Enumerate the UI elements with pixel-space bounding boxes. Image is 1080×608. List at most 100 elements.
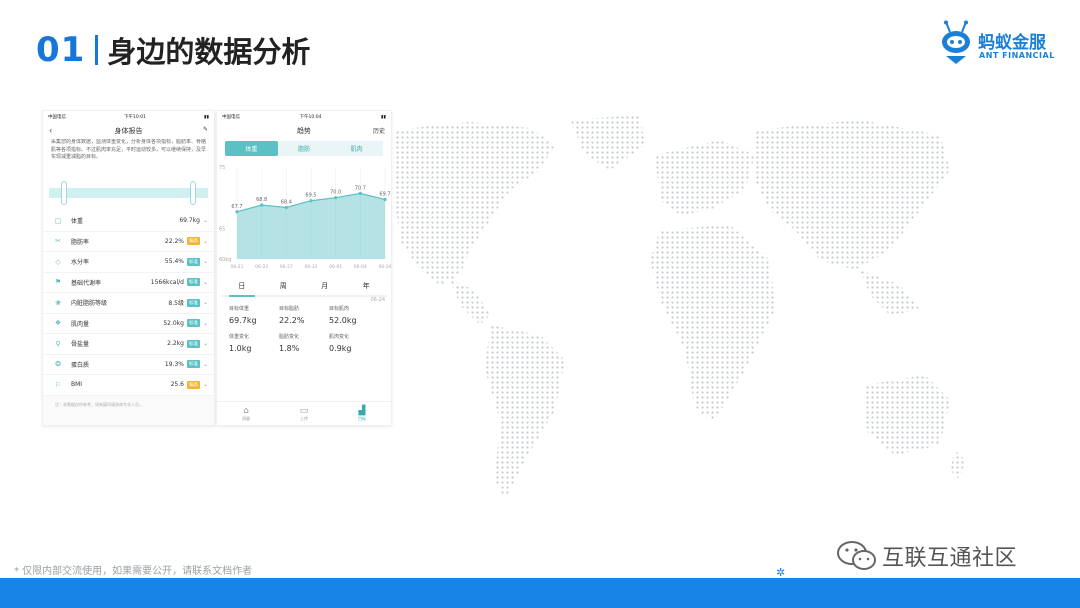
scale-range-bar [49, 179, 208, 207]
data-point [358, 191, 362, 195]
metric-label: 骨盐量 [71, 341, 90, 349]
area-fill [237, 193, 385, 259]
status-bar: 中国电信 下午10:01 ▮▮ [43, 111, 214, 123]
carrier-label: 中国电信 [48, 115, 66, 120]
share-icon[interactable]: ✎ [203, 126, 208, 133]
metric-row[interactable]: ✂ 脂肪率 22.2% 偏高 ⌄ [43, 232, 214, 252]
tabbar-label: 目标 [358, 415, 366, 421]
logo-name: 蚂蚁金服 [978, 33, 1046, 53]
back-icon[interactable]: ‹ [49, 126, 52, 135]
period-tabs: 日 周 月 年 [221, 277, 387, 297]
metric-value: 19.3% [164, 360, 184, 368]
scale-handle-right[interactable] [190, 181, 196, 205]
status-badge: 标准 [186, 360, 200, 369]
metric-value: 69.7kg [179, 217, 200, 225]
report-footnote: 注：本数据仅供参考，如有疑问请咨询专业人员。 [43, 395, 214, 425]
metric-row[interactable]: ▢ 体重 69.7kg ⌄ [43, 211, 214, 232]
stat-cell: 体重变化 1.0kg [229, 333, 279, 353]
metric-label: 基础代谢率 [71, 279, 102, 287]
stat-cell: 目标脂肪 22.2% [279, 305, 329, 325]
stat-label: 目标肌肉 [329, 306, 350, 312]
status-time: 下午10:01 [124, 115, 146, 120]
upload-icon: ▭ [299, 405, 309, 416]
status-badge: 标准 [186, 278, 200, 287]
nav-title: 趋势 [297, 127, 311, 135]
metric-row[interactable]: ❂ 蛋白质 19.3% 标准 ⌄ [43, 355, 214, 375]
period-tab-month[interactable]: 月 [304, 281, 346, 291]
home-icon: ⌂ [243, 405, 249, 416]
metric-label: 内脏脂肪等级 [71, 300, 108, 308]
tabbar-item-upload[interactable]: ▭ 上传 [275, 402, 333, 425]
bone-icon: ⚲ [55, 339, 61, 348]
metric-label: 蛋白质 [71, 361, 90, 369]
bottom-accent-bar [0, 578, 1080, 608]
chevron-down-icon: ⌄ [202, 360, 208, 368]
visceral-fat-icon: ❀ [55, 298, 61, 307]
scale-handle-left[interactable] [61, 181, 67, 205]
history-link[interactable]: 历史 [373, 126, 385, 135]
metric-value: 25.6 [170, 381, 184, 389]
battery-icon: ▮▮ [381, 114, 386, 120]
stat-value: 1.8% [279, 344, 300, 353]
phone-screen-body-report: 中国电信 下午10:01 ▮▮ ‹ 身体报告 ✎ 采集您的身体数据，监测体重变化… [42, 110, 215, 426]
status-badge: 偏高 [186, 237, 200, 246]
data-label: 70.7 [355, 185, 366, 191]
metric-row[interactable]: ⚑ 基础代谢率 1566kcal/d 标准 ⌄ [43, 273, 214, 293]
tabbar-item-goal[interactable]: ▟ 目标 [333, 402, 391, 425]
metric-value: 2.2kg [167, 340, 184, 348]
x-tick-label: 06-24 [378, 264, 391, 270]
bmi-icon: ⚐ [54, 380, 62, 389]
chevron-down-icon: ⌄ [202, 381, 208, 389]
metric-row[interactable]: ❖ 肌肉量 52.0kg 标准 ⌄ [43, 314, 214, 334]
stat-cell: 目标肌肉 52.0kg [329, 305, 379, 325]
chevron-down-icon: ⌄ [202, 258, 208, 266]
tab-fat[interactable]: 脂肪 [278, 141, 331, 156]
data-point [260, 203, 264, 207]
metric-row[interactable]: ❀ 内脏脂肪等级 8.5级 标准 ⌄ [43, 293, 214, 314]
nav-bar: 趋势 历史 [217, 123, 391, 139]
slide-header: 01 身边的数据分析 [36, 30, 310, 70]
data-label: 69.7 [379, 192, 390, 198]
x-tick-label: 06-21 [230, 264, 243, 270]
metric-row[interactable]: ⚲ 骨盐量 2.2kg 标准 ⌄ [43, 334, 214, 355]
data-label: 68.8 [256, 197, 267, 203]
nav-title: 身体报告 [114, 127, 143, 135]
stat-value: 0.9kg [329, 344, 352, 353]
metric-label: 肌肉量 [71, 320, 90, 328]
x-tick-label: 06-22 [255, 264, 268, 270]
tab-muscle[interactable]: 肌肉 [330, 141, 383, 156]
metric-row[interactable]: ⚐ BMI 25.6 偏高 ⌄ [43, 375, 214, 396]
stat-cell: 脂肪变化 1.8% [279, 333, 329, 353]
data-label: 67.7 [231, 204, 242, 210]
metric-row[interactable]: ◇ 水分率 55.4% 标准 ⌄ [43, 252, 214, 273]
nav-bar: ‹ 身体报告 ✎ [43, 123, 214, 139]
stat-label: 目标脂肪 [279, 306, 300, 312]
metric-label: 体重 [71, 218, 84, 226]
stat-value: 69.7kg [229, 316, 257, 325]
tabbar-item-measure[interactable]: ⌂ 测量 [217, 402, 275, 425]
water-icon: ◇ [55, 257, 61, 266]
logo-subtitle: ANT FINANCIAL [979, 51, 1055, 60]
body-fat-icon: ✂ [55, 237, 61, 246]
data-point [334, 196, 338, 200]
stat-cell: 肌肉变化 0.9kg [329, 333, 379, 353]
period-tab-day[interactable]: 日 [221, 281, 263, 291]
stats-date: 06-24 [370, 297, 385, 303]
period-tab-week[interactable]: 周 [263, 281, 305, 291]
ant-financial-logo: 蚂蚁金服 ANT FINANCIAL [936, 20, 1056, 70]
stat-label: 体重变化 [229, 334, 250, 340]
x-tick-label: 06-31 [304, 264, 317, 270]
tab-weight[interactable]: 体重 [225, 141, 278, 156]
stat-label: 目标体重 [229, 306, 250, 312]
status-badge: 标准 [186, 298, 200, 307]
chevron-down-icon: ⌄ [202, 217, 208, 225]
x-tick-label: 06-04 [354, 264, 367, 270]
tabbar-label: 上传 [300, 415, 308, 421]
status-badge: 标准 [186, 339, 200, 348]
period-tab-year[interactable]: 年 [346, 281, 388, 291]
y-tick-label: 65 [219, 226, 225, 232]
data-point [383, 197, 387, 202]
data-label: 68.4 [281, 199, 292, 205]
chevron-down-icon: ⌄ [202, 340, 208, 348]
weight-icon: ▢ [54, 216, 62, 225]
